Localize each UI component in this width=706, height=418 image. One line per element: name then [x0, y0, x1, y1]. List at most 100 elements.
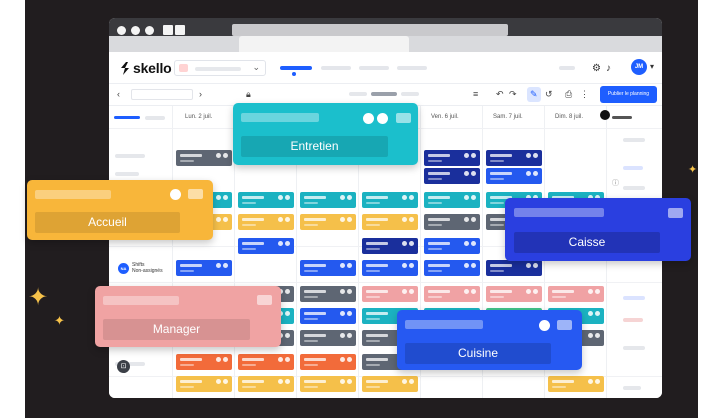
employee-tab[interactable] — [145, 116, 165, 120]
shift-block[interactable] — [238, 214, 294, 230]
shift-block[interactable] — [424, 260, 480, 276]
shift-block[interactable] — [300, 308, 356, 324]
window-maximize-icon[interactable] — [145, 26, 154, 35]
shift-block[interactable] — [300, 286, 356, 302]
bell-icon[interactable]: ♪ — [606, 63, 611, 74]
totals-cell — [623, 186, 645, 190]
grid-row-divider — [109, 282, 662, 283]
day-header-fri[interactable]: Ven. 6 juil. — [421, 106, 482, 128]
shift-block[interactable] — [548, 286, 604, 302]
card-cuisine[interactable]: Cuisine — [397, 310, 582, 370]
shop-color-chip — [179, 64, 188, 72]
view-toggle-week[interactable] — [349, 92, 367, 96]
nav-item-5[interactable] — [559, 66, 575, 70]
shift-block[interactable] — [486, 286, 542, 302]
card-title-placeholder — [35, 190, 111, 199]
shift-block[interactable] — [176, 376, 232, 392]
shop-name-placeholder — [195, 67, 241, 71]
shift-block[interactable] — [424, 192, 480, 208]
shift-block[interactable] — [362, 214, 418, 230]
gear-icon[interactable]: ⚙ — [592, 63, 601, 74]
redo-icon[interactable]: ↷ — [509, 89, 517, 100]
card-accueil[interactable]: Accueil — [27, 180, 213, 240]
chevron-left-icon[interactable]: ‹ — [117, 89, 120, 99]
filter-icon[interactable]: ≡ — [473, 89, 478, 99]
shift-block[interactable] — [238, 192, 294, 208]
nav-item-4[interactable] — [397, 66, 427, 70]
sparkle-edge-icon: ✦ — [688, 164, 698, 176]
totals-cell — [623, 318, 643, 322]
shift-block[interactable] — [300, 376, 356, 392]
shift-block[interactable] — [486, 150, 542, 166]
shift-block[interactable] — [362, 238, 418, 254]
shop-select[interactable]: ⌄ — [174, 60, 266, 76]
day-header-sun[interactable]: Dim. 8 juil. — [545, 106, 610, 128]
sidebar-toggle-icon[interactable] — [163, 25, 173, 35]
nav-item-3[interactable] — [359, 66, 389, 70]
tabs-icon[interactable] — [175, 25, 185, 35]
shift-block[interactable] — [300, 330, 356, 346]
publish-button[interactable]: Publier le planning — [600, 86, 657, 103]
shift-block[interactable] — [362, 286, 418, 302]
info-icon[interactable]: ⓘ — [612, 178, 619, 188]
print-icon[interactable]: ⎙ — [565, 89, 572, 100]
shift-block[interactable] — [486, 168, 542, 184]
card-title-placeholder — [103, 296, 179, 305]
shift-block[interactable] — [238, 376, 294, 392]
employee-tab-active[interactable] — [114, 116, 140, 119]
nav-item-planning[interactable] — [280, 66, 312, 70]
shift-block[interactable] — [238, 354, 294, 370]
shift-block[interactable] — [300, 354, 356, 370]
card-manager[interactable]: Manager — [95, 286, 281, 347]
shift-block[interactable] — [362, 192, 418, 208]
shift-block[interactable] — [424, 150, 480, 166]
date-range-field[interactable] — [131, 89, 193, 100]
window-minimize-icon[interactable] — [131, 26, 140, 35]
shift-block[interactable] — [176, 260, 232, 276]
shift-block[interactable] — [548, 376, 604, 392]
card-toggle-icon — [539, 320, 550, 331]
avatar[interactable]: JM — [631, 59, 647, 75]
shift-block[interactable] — [424, 238, 480, 254]
logo-text: skello — [133, 60, 172, 76]
card-caisse[interactable]: Caisse — [505, 198, 691, 261]
more-icon[interactable]: ⋮ — [580, 89, 589, 100]
shift-block[interactable] — [238, 238, 294, 254]
sparkle-large-icon: ✦ — [28, 284, 49, 311]
shift-block[interactable] — [300, 260, 356, 276]
sparkle-small-icon: ✦ — [54, 313, 65, 328]
browser-tab[interactable] — [239, 36, 409, 52]
shift-block[interactable] — [424, 286, 480, 302]
shift-block[interactable] — [176, 354, 232, 370]
day-header-sat[interactable]: Sam. 7 juil. — [483, 106, 544, 128]
card-menu-icon — [557, 320, 572, 330]
shift-block[interactable] — [300, 214, 356, 230]
totals-cell — [623, 346, 645, 350]
chevron-right-icon[interactable]: › — [199, 89, 202, 99]
history-icon[interactable]: ↺ — [545, 89, 553, 100]
view-toggle-day[interactable] — [371, 92, 397, 96]
card-entretien[interactable]: Entretien — [233, 103, 418, 165]
card-toggle-icon — [377, 113, 388, 124]
shift-block[interactable] — [362, 376, 418, 392]
chart-toggle-icon[interactable]: ⊡ — [117, 360, 130, 373]
browser-tabstrip — [109, 36, 662, 52]
undo-icon[interactable]: ↶ — [496, 89, 504, 100]
card-label: Accueil — [35, 212, 180, 233]
url-bar[interactable] — [232, 24, 508, 36]
lock-icon[interactable]: 🔒︎ — [246, 89, 251, 100]
shift-block[interactable] — [300, 192, 356, 208]
avatar-chevron-icon[interactable]: ▾ — [650, 62, 654, 71]
shift-block[interactable] — [362, 260, 418, 276]
shift-block[interactable] — [486, 260, 542, 276]
shift-block[interactable] — [424, 168, 480, 184]
day-header-mon[interactable]: Lun. 2 juil. — [173, 106, 234, 128]
nav-item-2[interactable] — [321, 66, 351, 70]
window-close-icon[interactable] — [117, 26, 126, 35]
card-menu-icon — [257, 295, 272, 305]
shift-block[interactable] — [424, 214, 480, 230]
card-label: Cuisine — [405, 343, 551, 364]
unassigned-label: Shifts Non-assignés — [132, 262, 163, 274]
shift-block[interactable] — [176, 150, 232, 166]
view-toggle-month[interactable] — [401, 92, 419, 96]
